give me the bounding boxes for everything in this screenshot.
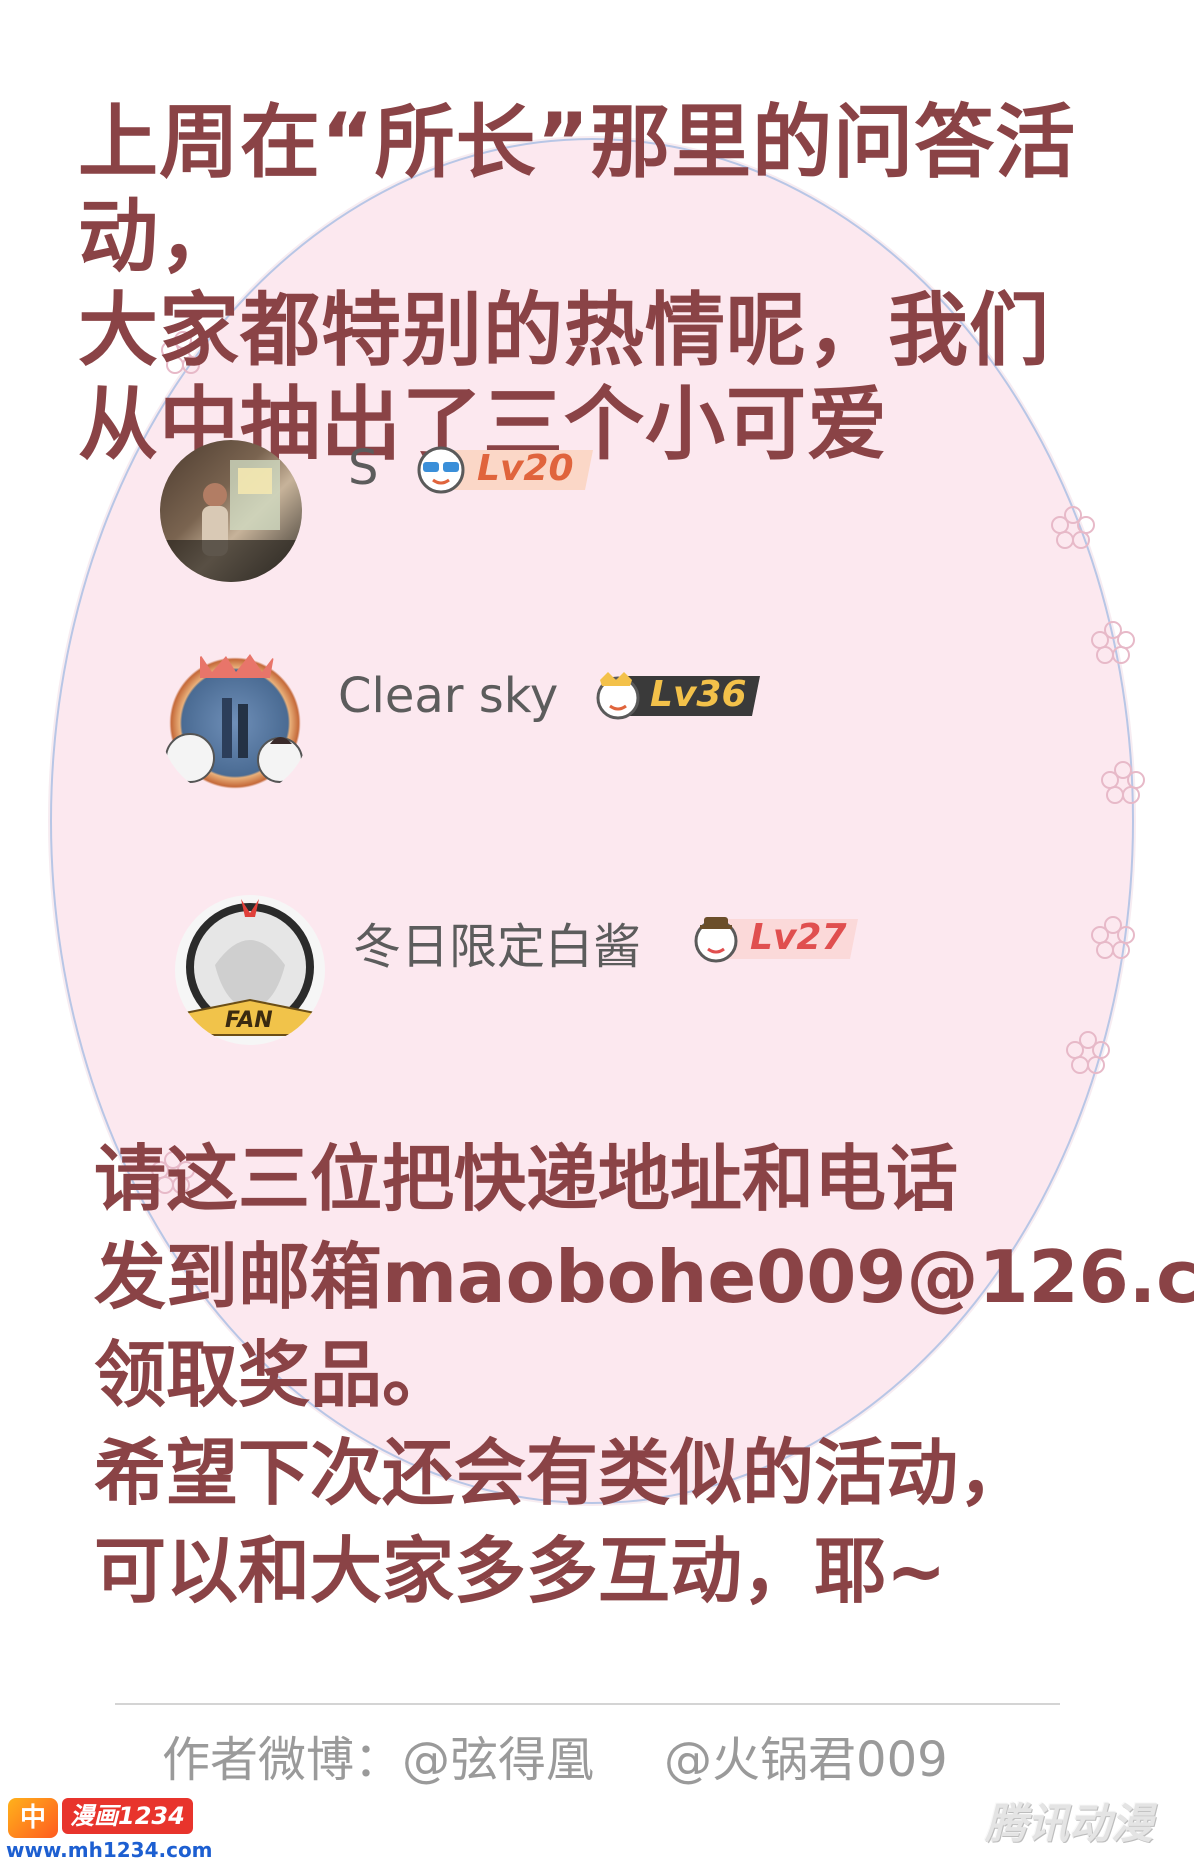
level-badge: Lv36	[592, 670, 762, 722]
blossom-icon	[1091, 916, 1135, 959]
body-line: 希望下次还会有类似的活动，	[94, 1431, 1031, 1515]
email-line[interactable]: 发到邮箱maobohe009@126.com	[94, 1228, 1200, 1326]
announcement-heading: 上周在“所长”那里的问答活动， 大家都特别的热情呢，我们 从中抽出了三个小可爱	[78, 96, 1178, 472]
level-label: Lv20	[477, 448, 574, 489]
avatar[interactable]: FAN	[175, 895, 325, 1045]
site-logo-mark: 中	[8, 1798, 58, 1838]
page: 上周在“所长”那里的问答活动， 大家都特别的热情呢，我们 从中抽出了三个小可爱 …	[0, 0, 1200, 1860]
tencent-comic-watermark: 腾讯动漫	[985, 1799, 1154, 1848]
avatar[interactable]	[160, 440, 302, 582]
username[interactable]: 冬日限定白酱	[353, 907, 641, 977]
author-weibo: 作者微博：@弦得凰 @火锅君009	[162, 1720, 1062, 1790]
body-line: 请这三位把快递地址和电话	[94, 1137, 959, 1221]
anime-frame-avatar-icon	[165, 654, 303, 783]
blossom-icon	[1091, 621, 1135, 664]
level-badge: Lv20	[415, 444, 595, 496]
site-watermark: 中 漫画1234 www.mh1234.com	[0, 1790, 213, 1860]
avatar[interactable]	[160, 648, 310, 798]
site-name: 漫画1234	[62, 1798, 193, 1834]
blossom-icon	[1051, 506, 1095, 549]
level-label: Lv27	[750, 917, 847, 958]
photo-avatar-icon	[160, 460, 302, 582]
weibo-handle-link[interactable]: @火锅君009	[664, 1720, 948, 1790]
svg-text:FAN: FAN	[225, 1008, 273, 1033]
level-label: Lv36	[650, 674, 747, 715]
blossom-icon	[1101, 761, 1145, 804]
username[interactable]: Clear sky	[338, 668, 558, 724]
weibo-handle-link[interactable]: @弦得凰	[402, 1720, 594, 1790]
weibo-label: 作者微博：	[162, 1732, 403, 1788]
body-line: 领取奖品。	[94, 1333, 455, 1417]
footer-divider	[115, 1703, 1060, 1705]
instructions-text: 请这三位把快递地址和电话 发到邮箱maobohe009@126.com 领取奖品…	[94, 1130, 1200, 1620]
heading-line: 上周在“所长”那里的问答活动，	[78, 96, 1077, 283]
site-url: www.mh1234.com	[6, 1838, 213, 1860]
body-line: 可以和大家多多互动，耶~	[94, 1529, 947, 1613]
winner-row: Clear sky Lv36	[150, 640, 770, 798]
fan-badge-avatar-icon: FAN	[183, 899, 317, 1036]
username[interactable]: S	[348, 440, 378, 496]
level-badge: Lv27	[690, 913, 860, 965]
winner-row: S Lv20	[150, 430, 610, 582]
winner-row: FAN 冬日限定白酱 Lv27	[165, 885, 865, 1045]
heading-line: 大家都特别的热情呢，我们	[78, 284, 1050, 377]
blossom-icon	[1066, 1031, 1110, 1074]
